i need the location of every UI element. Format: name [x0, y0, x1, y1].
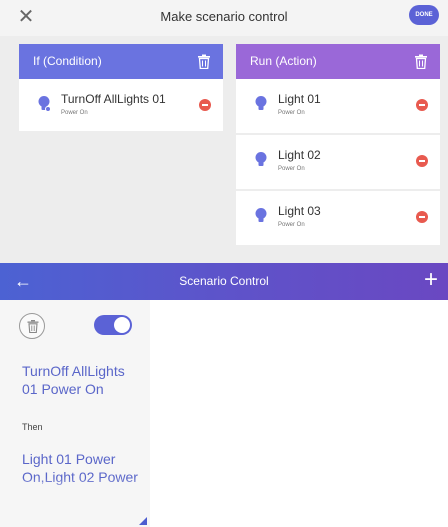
- action-item-status: Power On: [278, 110, 305, 116]
- plus-icon[interactable]: +: [424, 267, 438, 293]
- condition-header: If (Condition): [19, 44, 223, 79]
- action-item-name: Light 01: [278, 92, 321, 106]
- trash-icon[interactable]: [414, 54, 428, 69]
- scenario-then-label: Then: [22, 422, 43, 432]
- condition-item[interactable]: TurnOff AllLights 01 Power On: [19, 79, 223, 133]
- scenario-title: Scenario Control: [179, 274, 269, 288]
- condition-header-label: If (Condition): [33, 54, 102, 68]
- condition-column: If (Condition) TurnOff AllLights 01 Powe…: [19, 44, 223, 263]
- trash-icon: [27, 320, 39, 333]
- scenario-content: TurnOff AllLights 01 Power On Then Light…: [0, 300, 448, 527]
- lightbulb-icon: [255, 208, 267, 222]
- action-item-status: Power On: [278, 222, 305, 228]
- remove-icon[interactable]: [416, 155, 428, 167]
- editor-topbar: ✕ Make scenario control DONE: [0, 0, 448, 36]
- scenario-card[interactable]: TurnOff AllLights 01 Power On Then Light…: [0, 300, 150, 527]
- trash-icon[interactable]: [197, 54, 211, 69]
- action-column: Run (Action) Light 01 Power On Light 02 …: [236, 44, 440, 263]
- action-item[interactable]: Light 01 Power On: [236, 79, 440, 135]
- scenario-navbar: ← Scenario Control +: [0, 263, 448, 300]
- action-header-label: Run (Action): [250, 54, 317, 68]
- action-item-name: Light 02: [278, 148, 321, 162]
- editor-title: Make scenario control: [160, 9, 288, 24]
- scenario-enable-toggle[interactable]: [94, 315, 132, 335]
- action-item[interactable]: Light 02 Power On: [236, 135, 440, 191]
- done-button[interactable]: DONE: [409, 5, 439, 25]
- condition-item-name: TurnOff AllLights 01: [61, 92, 166, 106]
- toggle-knob: [114, 317, 130, 333]
- scenario-editor: ✕ Make scenario control DONE If (Conditi…: [0, 0, 448, 263]
- delete-button[interactable]: [19, 313, 45, 339]
- action-header: Run (Action): [236, 44, 440, 79]
- text-fade: [0, 478, 150, 498]
- remove-icon[interactable]: [199, 99, 211, 111]
- scenario-condition-text: TurnOff AllLights 01 Power On: [22, 363, 125, 397]
- condition-item-status: Power On: [61, 110, 88, 116]
- action-item-name: Light 03: [278, 204, 321, 218]
- lightbulb-icon: [255, 152, 267, 166]
- remove-icon[interactable]: [416, 99, 428, 111]
- corner-marker: [139, 517, 147, 525]
- remove-icon[interactable]: [416, 211, 428, 223]
- lightbulb-icon: [255, 96, 267, 110]
- action-item-status: Power On: [278, 166, 305, 172]
- action-item[interactable]: Light 03 Power On: [236, 191, 440, 247]
- lightbulb-icon: [38, 96, 51, 112]
